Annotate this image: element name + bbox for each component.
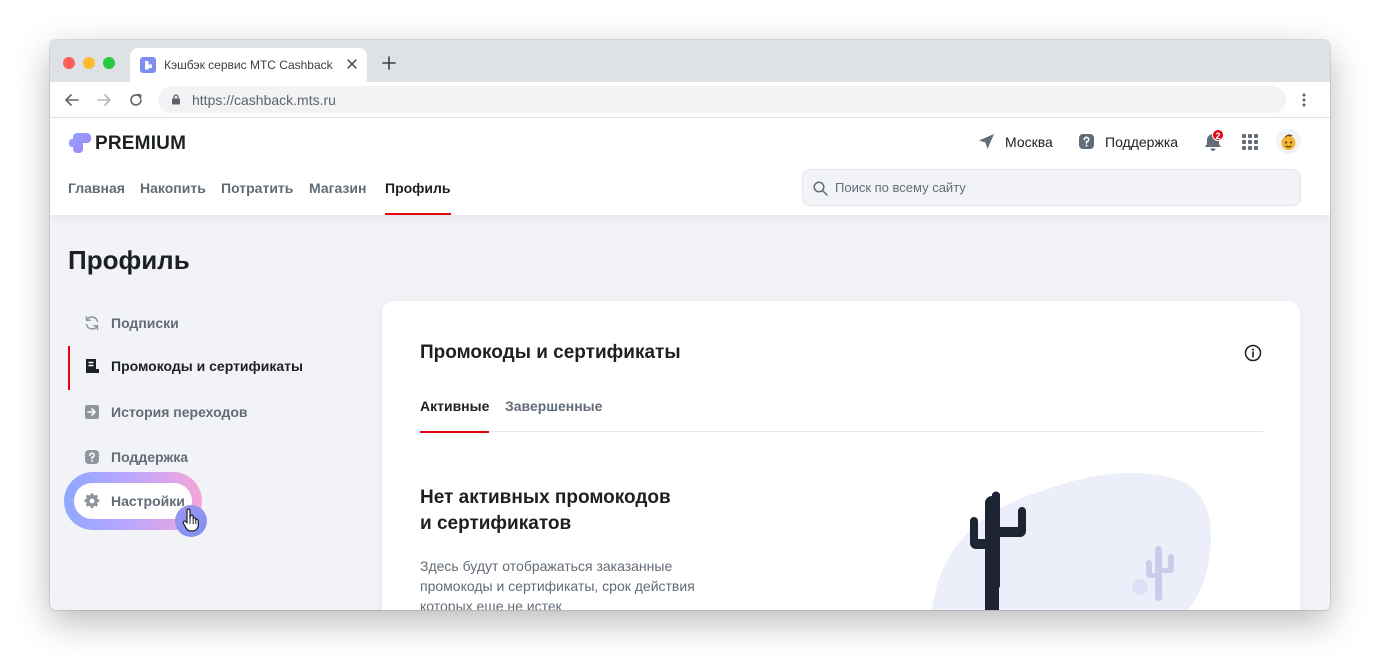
nav-item-accumulate[interactable]: Накопить [140, 180, 206, 215]
support-label: Поддержка [1105, 134, 1179, 150]
empty-state-title-line2: и сертификатов [420, 513, 572, 534]
hand-cursor-icon [182, 508, 199, 532]
close-window-button[interactable] [63, 57, 75, 69]
sidebar-item-support[interactable]: Поддержка [68, 437, 358, 477]
browser-toolbar: https://cashback.mts.ru [50, 82, 1330, 118]
sidebar-item-history[interactable]: История переходов [68, 392, 358, 432]
question-icon [1079, 134, 1094, 149]
page-title: Профиль [68, 245, 190, 275]
notification-badge: 2 [1212, 129, 1224, 141]
search-input[interactable] [835, 171, 1285, 204]
arrow-in-icon [85, 405, 99, 419]
site-header: PREMIUM Москва Поддержка 2 Главная Накоп… [50, 119, 1330, 215]
site-search [802, 169, 1301, 206]
sidebar-item-label: Промокоды и сертификаты [111, 358, 303, 374]
city-label: Москва [1005, 134, 1053, 150]
maximize-window-button[interactable] [103, 57, 115, 69]
location-arrow-icon [979, 134, 994, 149]
close-tab-icon[interactable] [345, 57, 359, 71]
empty-state-title-line1: Нет активных промокодов [420, 487, 671, 508]
promocodes-tabs: Активные Завершенные [420, 393, 1263, 433]
sidebar-item-label: История переходов [111, 404, 248, 420]
browser-window: Кэшбэк сервис МТС Cashback https://cashb… [50, 40, 1330, 610]
search-icon [813, 181, 828, 196]
refresh-icon [85, 316, 99, 330]
minimize-window-button[interactable] [83, 57, 95, 69]
tab-active[interactable]: Активные [420, 398, 490, 433]
sidebar-item-label: Поддержка [111, 449, 189, 465]
sidebar-item-label: Подписки [111, 315, 179, 331]
empty-state-title: Нет активных промокодов и сертификатов [420, 485, 720, 537]
tab-title: Кэшбэк сервис МТС Cashback [164, 58, 333, 72]
nav-item-shop[interactable]: Магазин [309, 180, 366, 215]
premium-logo-icon [69, 133, 91, 153]
browser-tab-bar: Кэшбэк сервис МТС Cashback [50, 40, 1330, 82]
nav-item-home[interactable]: Главная [68, 180, 125, 215]
sidebar-item-label: Настройки [111, 493, 185, 509]
address-bar[interactable]: https://cashback.mts.ru [158, 86, 1286, 113]
avatar-emoji-icon [1281, 134, 1296, 150]
gear-icon [84, 493, 100, 509]
avatar[interactable] [1276, 129, 1301, 154]
profile-page: Профиль Подписки Промокоды и сертификаты [50, 215, 1330, 610]
info-icon[interactable] [1244, 344, 1262, 362]
lock-icon [172, 94, 180, 105]
sidebar-item-promocodes[interactable]: Промокоды и сертификаты [68, 346, 358, 390]
sidebar-item-subscriptions[interactable]: Подписки [68, 303, 358, 343]
tab-finished[interactable]: Завершенные [505, 398, 602, 432]
url-text: https://cashback.mts.ru [192, 92, 336, 108]
sidebar-item-settings[interactable]: Настройки [68, 481, 358, 521]
logo-text: PREMIUM [95, 133, 187, 154]
browser-tab[interactable]: Кэшбэк сервис МТС Cashback [130, 48, 367, 82]
card-title: Промокоды и сертификаты [420, 342, 681, 363]
reload-icon[interactable] [128, 92, 144, 108]
browser-menu-icon[interactable] [1301, 92, 1307, 108]
favicon-icon [140, 57, 156, 73]
cactus-illustration [932, 473, 1212, 610]
new-tab-icon[interactable] [382, 56, 396, 70]
receipt-icon [86, 359, 99, 373]
empty-state-description: Здесь будут отображаться заказанные пром… [420, 558, 695, 610]
question-icon [85, 450, 99, 464]
nav-item-spend[interactable]: Потратить [221, 180, 293, 215]
forward-arrow-icon[interactable] [96, 92, 112, 108]
promocodes-card: Промокоды и сертификаты Активные Заверше… [382, 301, 1300, 610]
nav-item-profile[interactable]: Профиль [385, 180, 451, 215]
back-arrow-icon[interactable] [64, 92, 80, 108]
apps-grid-icon[interactable] [1241, 133, 1259, 151]
